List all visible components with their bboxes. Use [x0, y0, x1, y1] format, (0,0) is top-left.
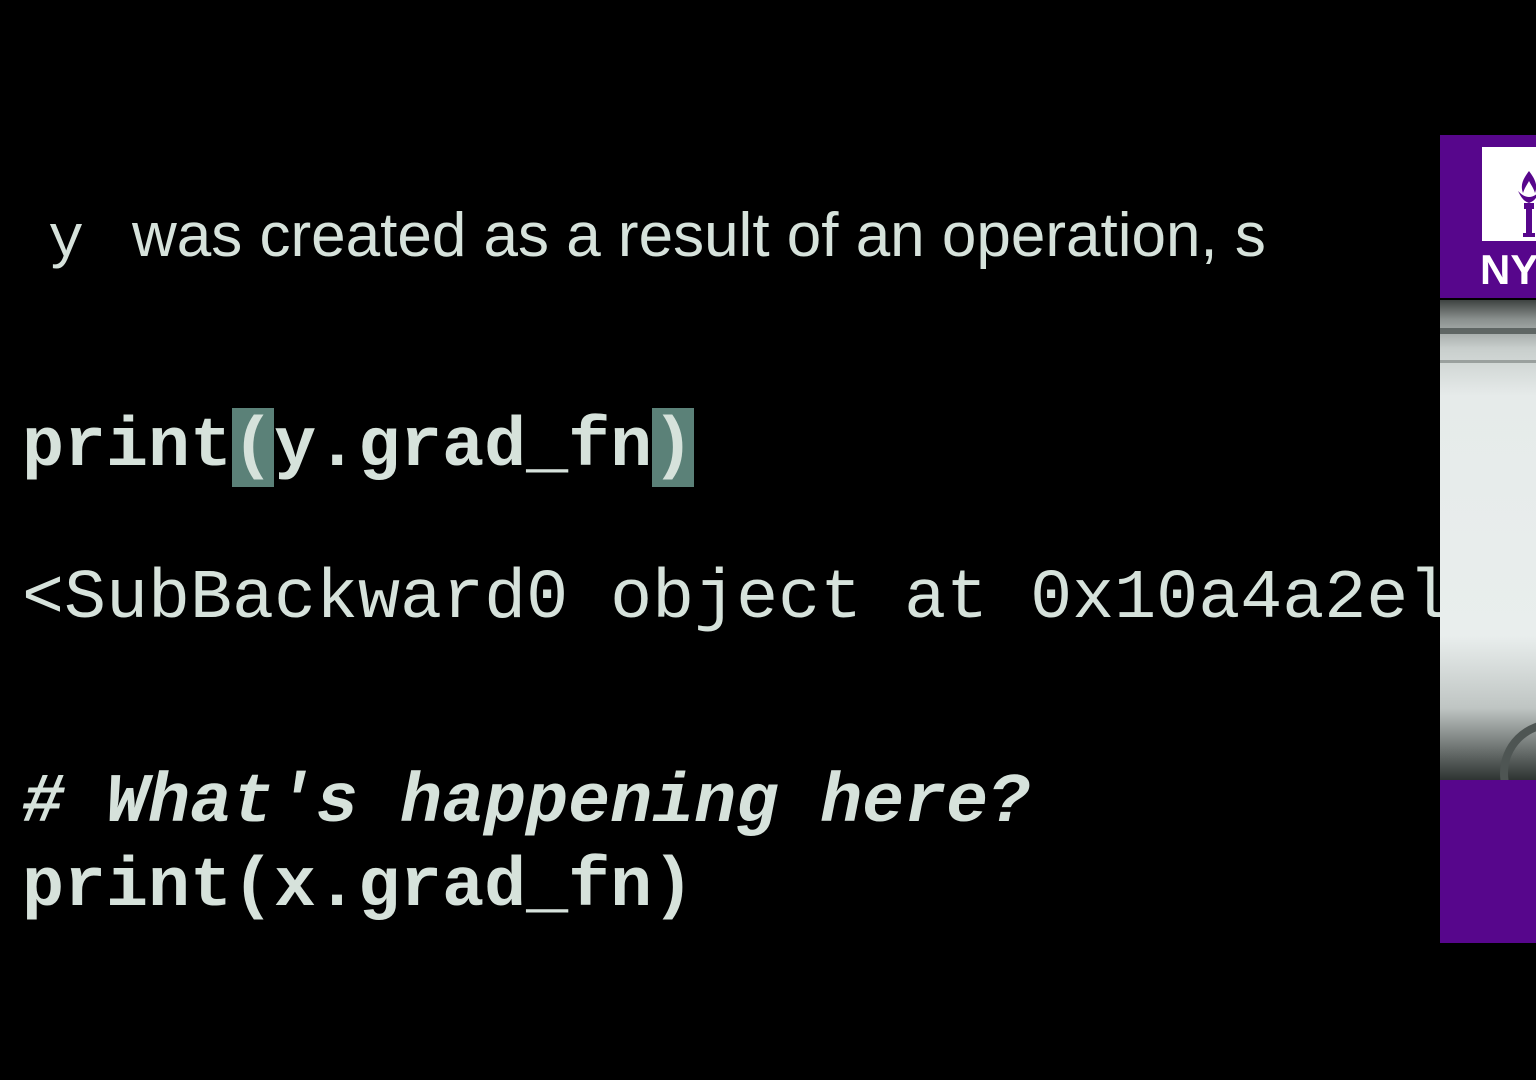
- code-line-print-x[interactable]: print(x.grad_fn): [22, 848, 694, 928]
- close-paren-highlight: ): [652, 408, 695, 487]
- video-detail: [1440, 360, 1536, 363]
- presenter-video: [1440, 300, 1536, 780]
- slide-canvas: y was created as a result of an operation…: [0, 0, 1440, 1080]
- code-output-line: <SubBackward0 object at 0x10a4a2el: [22, 560, 1440, 639]
- grad-fn-expression: y.grad_fn: [274, 408, 653, 487]
- prose-line: y was created as a result of an operation…: [48, 196, 1266, 281]
- open-paren-highlight: (: [232, 408, 275, 487]
- code-comment-line: # What's happening here?: [22, 764, 1031, 843]
- brand-footer-block: [1440, 780, 1536, 943]
- video-detail: [1440, 328, 1536, 334]
- prose-variable: y: [48, 207, 85, 275]
- video-detail: [1500, 720, 1536, 780]
- university-logo: NY: [1440, 135, 1536, 298]
- logo-text: NY: [1480, 246, 1536, 293]
- print-keyword: print: [22, 408, 233, 487]
- prose-text: was created as a result of an operation,…: [132, 201, 1266, 270]
- torch-icon: [1518, 171, 1536, 237]
- code-line-print-y[interactable]: print(y.grad_fn): [22, 408, 695, 488]
- presenter-overlay: NY: [1440, 135, 1536, 943]
- logo-emblem: [1482, 147, 1536, 241]
